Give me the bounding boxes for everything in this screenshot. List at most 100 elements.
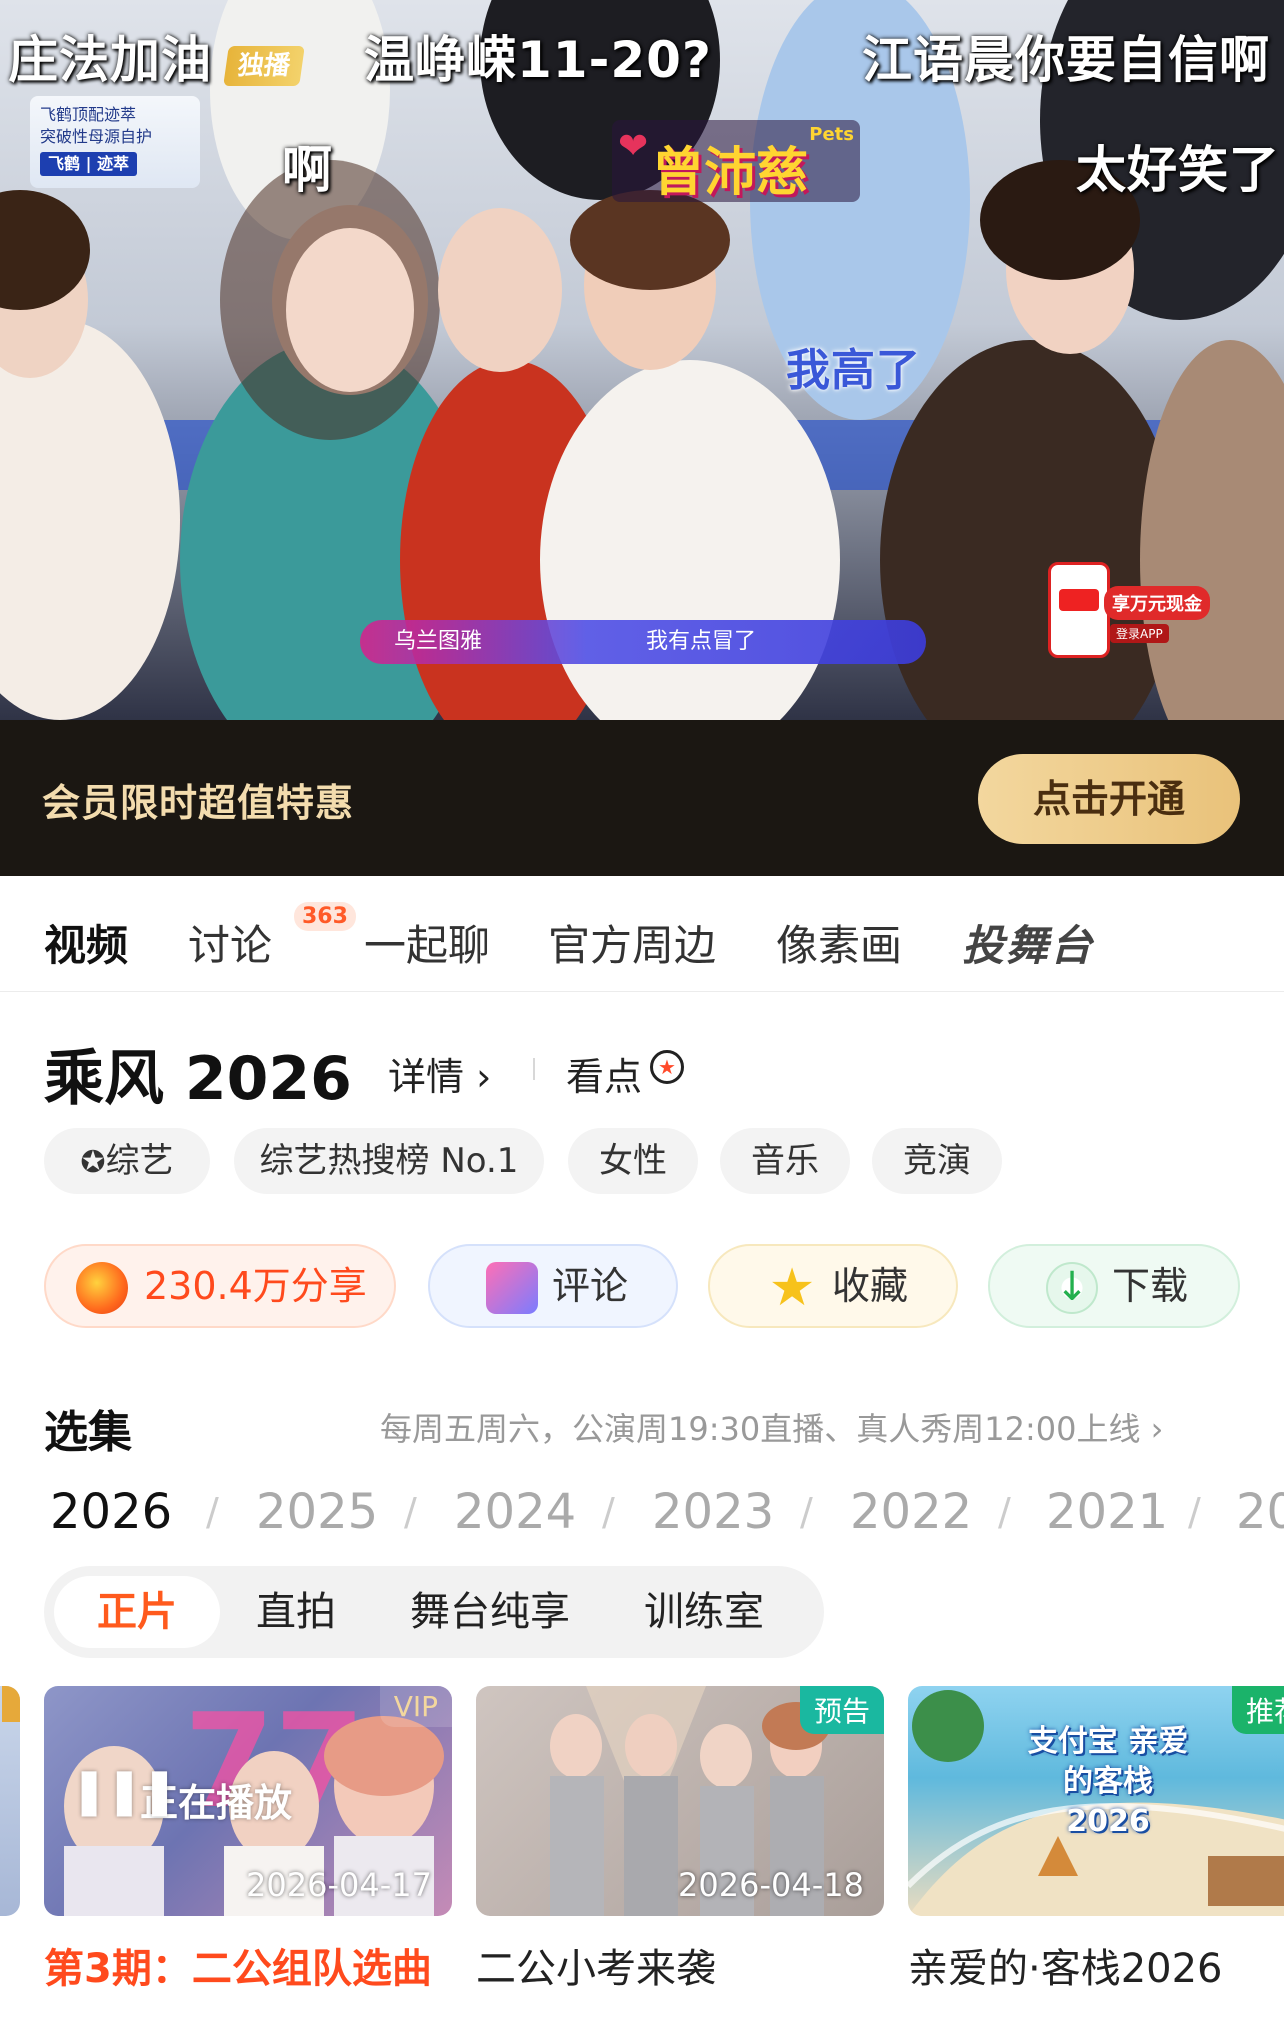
- tab-discussion[interactable]: 讨论 363: [188, 902, 356, 973]
- episode-cards: 77 VIP ▌▌▌ 正在播放 2026-04-17 第3期：二公组队选曲: [0, 1686, 1284, 2027]
- year-separator: /: [800, 1490, 813, 1534]
- action-bar: 230.4万分享 评论 ★ 收藏 ↓ 下载: [0, 1244, 1284, 1330]
- phone-icon: [1048, 562, 1110, 658]
- tag-chips: ✪综艺 综艺热搜榜 No.1 女性 音乐 竞演: [0, 1128, 1284, 1194]
- highlights-star-icon[interactable]: ★: [650, 1050, 684, 1084]
- tab-label: 官方周边: [548, 921, 717, 970]
- year-separator: /: [998, 1490, 1011, 1534]
- recommend-corner-badge: 推荐: [1231, 1686, 1284, 1734]
- tag-label: 综艺: [105, 1141, 174, 1181]
- divider: [533, 1058, 535, 1080]
- episode-caption: 二公小考来袭: [476, 1946, 716, 1992]
- subtab-stage-only[interactable]: 舞台纯享: [410, 1566, 570, 1658]
- episode-type-tabs: 正片 直拍 舞台纯享 训练室: [44, 1566, 824, 1658]
- badge-icon: ✪: [80, 1145, 106, 1180]
- year-2023[interactable]: 2023: [652, 1484, 774, 1540]
- details-link[interactable]: 详情 ›: [388, 1046, 491, 1101]
- star-icon: ★: [768, 1258, 816, 1318]
- tab-video[interactable]: 视频: [44, 912, 128, 973]
- tag-chip-music[interactable]: 音乐: [720, 1128, 850, 1194]
- tab-label: 像素画: [776, 921, 903, 970]
- year-2022[interactable]: 2022: [850, 1484, 972, 1540]
- broadcast-schedule-link[interactable]: 每周五周六，公演周19:30直播、真人秀周12:00上线 ›: [380, 1404, 1163, 1450]
- tag-label: 音乐: [751, 1141, 819, 1181]
- tab-official-merch[interactable]: 官方周边: [548, 912, 716, 973]
- sponsor-ad-line: 突破性母源自护: [40, 127, 153, 146]
- tab-label: 一起聊: [364, 921, 491, 970]
- tag-chip-variety[interactable]: ✪综艺: [44, 1128, 210, 1194]
- show-title: 乘风 2026: [44, 1044, 352, 1114]
- tag-chip-female[interactable]: 女性: [568, 1128, 698, 1194]
- year-2024[interactable]: 2024: [454, 1484, 576, 1540]
- vip-corner-badge: VIP: [379, 1686, 452, 1727]
- danmu-comment: 啊: [282, 141, 333, 199]
- tag-label: 综艺热搜榜 No.1: [259, 1141, 519, 1181]
- vip-activate-button[interactable]: 点击开通: [978, 754, 1240, 844]
- contestant-quote: 我有点冒了: [646, 629, 757, 654]
- tag-chip-hot-rank[interactable]: 综艺热搜榜 No.1: [234, 1128, 544, 1194]
- episode-thumbnail: 支付宝 亲爱的客栈 2026 推荐: [908, 1686, 1284, 1916]
- favorite-label: 收藏: [832, 1264, 909, 1308]
- episode-header: 选集 每周五周六，公演周19:30直播、真人秀周12:00上线 ›: [0, 1396, 1284, 1458]
- episode-card[interactable]: 77 VIP ▌▌▌ 正在播放 2026-04-17 第3期：二公组队选曲: [44, 1686, 452, 1994]
- year-separator: /: [404, 1490, 417, 1534]
- episode-card[interactable]: 预告 2026-04-18 二公小考来袭: [476, 1686, 884, 1994]
- year-2026[interactable]: 2026: [50, 1484, 172, 1540]
- year-separator: /: [602, 1490, 615, 1534]
- tab-label: 讨论: [188, 921, 273, 970]
- sponsor-ad[interactable]: 飞鹤顶配迹萃 突破性母源自护 飞鹤 | 迹萃: [30, 96, 200, 188]
- episode-thumbnail: 77 VIP ▌▌▌ 正在播放 2026-04-17: [44, 1686, 452, 1916]
- share-button[interactable]: 230.4万分享: [44, 1244, 396, 1328]
- subtab-fancam[interactable]: 直拍: [256, 1566, 336, 1658]
- app-promo[interactable]: 享万元现金 登录APP: [1048, 562, 1210, 658]
- tab-label: 投舞台: [962, 921, 1095, 970]
- download-arrow-icon: ↓: [1046, 1262, 1098, 1314]
- year-2025[interactable]: 2025: [256, 1484, 378, 1540]
- episode-date: 2026-04-18: [678, 1866, 864, 1904]
- show-logo-text: 支付宝 亲爱的客栈 2026: [1027, 1724, 1189, 1839]
- vip-promo-text: 会员限时超值特惠: [42, 781, 355, 825]
- share-count: 230.4万分享: [144, 1264, 367, 1308]
- equalizer-icon: ▌▌▌: [82, 1772, 188, 1816]
- episode-section-title: 选集: [44, 1407, 132, 1458]
- recommended-card[interactable]: 支付宝 亲爱的客栈 2026 推荐 亲爱的·客栈2026: [908, 1686, 1284, 1994]
- trailer-corner-badge: 预告: [799, 1686, 884, 1734]
- episode-caption: 亲爱的·客栈2026: [908, 1946, 1223, 1992]
- tab-chat-together[interactable]: 一起聊: [364, 912, 490, 973]
- danmu-comment: 庄法加油: [8, 31, 212, 89]
- comment-button[interactable]: 评论: [428, 1244, 678, 1328]
- subtab-practice-room[interactable]: 训练室: [644, 1566, 764, 1658]
- danmu-comment: 太好笑了: [1076, 141, 1280, 199]
- tab-label: 视频: [44, 921, 129, 970]
- highlights-link[interactable]: 看点: [566, 1046, 642, 1101]
- danmu-comment: 江语晨你要自信啊: [862, 31, 1270, 89]
- year-2021[interactable]: 2021: [1046, 1484, 1168, 1540]
- tab-pixel-art[interactable]: 像素画: [776, 912, 902, 973]
- pixel-name-small: Pets: [809, 124, 854, 145]
- tab-vote-stage[interactable]: 投舞台: [962, 912, 1094, 973]
- tag-label: 竞演: [903, 1141, 971, 1181]
- heart-icon: ❤: [618, 126, 649, 167]
- danmu-comment: 温峥嵘11-20?: [364, 31, 712, 89]
- video-player[interactable]: 庄法加油 独播 温峥嵘11-20? 江语晨你要自信啊 飞鹤顶配迹萃 突破性母源自…: [0, 0, 1284, 720]
- contestant-name: 乌兰图雅: [394, 629, 483, 654]
- megaphone-icon: [76, 1262, 128, 1314]
- subtab-main-episodes[interactable]: 正片: [54, 1576, 220, 1648]
- favorite-button[interactable]: ★ 收藏: [708, 1244, 958, 1328]
- now-playing-indicator: ▌▌▌ 正在播放: [82, 1772, 292, 1827]
- episode-date: 2026-04-17: [246, 1866, 432, 1904]
- discussion-count-badge: 363: [294, 902, 356, 931]
- year-separator: /: [206, 1490, 219, 1534]
- episode-thumbnail: 预告 2026-04-18: [476, 1686, 884, 1916]
- sponsor-brand: 飞鹤 | 迹萃: [40, 152, 137, 176]
- vip-promo-banner: 会员限时超值特惠 点击开通: [0, 720, 1284, 876]
- episode-caption: 第3期：二公组队选曲: [44, 1946, 432, 1992]
- promo-cash-label: 享万元现金: [1104, 586, 1210, 620]
- download-label: 下载: [1112, 1264, 1189, 1308]
- year-more[interactable]: 20: [1236, 1484, 1284, 1540]
- episode-card-partial[interactable]: [0, 1686, 20, 1916]
- download-button[interactable]: ↓ 下载: [988, 1244, 1240, 1328]
- year-separator: /: [1188, 1490, 1201, 1534]
- tag-chip-competition[interactable]: 竞演: [872, 1128, 1002, 1194]
- promo-login-label: 登录APP: [1110, 624, 1169, 643]
